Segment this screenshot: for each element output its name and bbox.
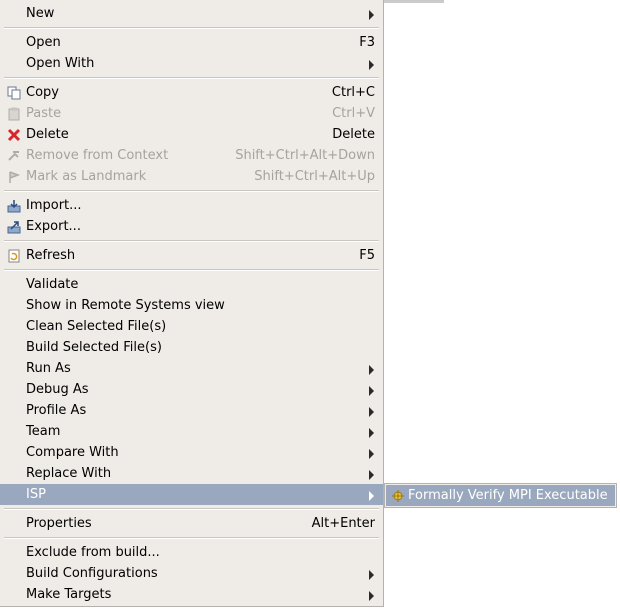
menu-item-shortcut: F3 (359, 35, 375, 50)
menu-separator (4, 508, 379, 510)
menu-item-label: Make Targets (26, 587, 112, 602)
menu-item-build-selected-files[interactable]: Build Selected File(s) (0, 337, 383, 358)
menu-item-label: Copy (26, 85, 59, 100)
landmark-icon (6, 169, 22, 185)
menu-item-show-in-remote-systems[interactable]: Show in Remote Systems view (0, 295, 383, 316)
menu-item-label: Build Configurations (26, 566, 158, 581)
menu-item-copy[interactable]: Copy Ctrl+C (0, 82, 383, 103)
menu-item-label: ISP (26, 487, 46, 502)
submenu-arrow-icon (369, 491, 374, 501)
menu-item-label: Paste (26, 106, 62, 121)
menu-item-label: Exclude from build... (26, 545, 160, 560)
menu-item-clean-selected-files[interactable]: Clean Selected File(s) (0, 316, 383, 337)
menu-item-label: Mark as Landmark (26, 169, 147, 184)
menu-item-profile-as[interactable]: Profile As (0, 400, 383, 421)
menu-separator (4, 269, 379, 271)
menu-item-label: Properties (26, 516, 92, 531)
menu-item-label: Remove from Context (26, 148, 169, 163)
import-icon (6, 198, 22, 214)
menu-item-label: Show in Remote Systems view (26, 298, 225, 313)
menu-item-open[interactable]: Open F3 (0, 32, 383, 53)
menu-item-team[interactable]: Team (0, 421, 383, 442)
menu-item-properties[interactable]: Properties Alt+Enter (0, 513, 383, 534)
delete-icon (6, 127, 22, 143)
menu-item-debug-as[interactable]: Debug As (0, 379, 383, 400)
menu-item-isp[interactable]: ISP (0, 484, 383, 505)
menu-item-formally-verify-mpi[interactable]: Formally Verify MPI Executable (386, 485, 615, 506)
menu-item-delete[interactable]: Delete Delete (0, 124, 383, 145)
menu-item-shortcut: F5 (359, 248, 375, 263)
menu-item-import[interactable]: Import... (0, 195, 383, 216)
remove-context-icon (6, 148, 22, 164)
background-window (384, 0, 620, 610)
submenu-arrow-icon (369, 449, 374, 459)
menu-item-label: Compare With (26, 445, 119, 460)
menu-item-export[interactable]: Export... (0, 216, 383, 237)
submenu-arrow-icon (369, 570, 374, 580)
menu-item-compare-with[interactable]: Compare With (0, 442, 383, 463)
menu-item-open-with[interactable]: Open With (0, 53, 383, 74)
menu-item-label: Profile As (26, 403, 87, 418)
export-icon (6, 219, 22, 235)
menu-item-build-configurations[interactable]: Build Configurations (0, 563, 383, 584)
menu-item-shortcut: Delete (332, 127, 375, 142)
menu-item-remove-from-context[interactable]: Remove from Context Shift+Ctrl+Alt+Down (0, 145, 383, 166)
isp-submenu: Formally Verify MPI Executable (384, 483, 617, 508)
menu-item-label: Team (26, 424, 61, 439)
copy-icon (6, 85, 22, 101)
menu-item-label: Debug As (26, 382, 89, 397)
menu-item-replace-with[interactable]: Replace With (0, 463, 383, 484)
menu-item-run-as[interactable]: Run As (0, 358, 383, 379)
menu-item-label: Refresh (26, 248, 76, 263)
submenu-arrow-icon (369, 470, 374, 480)
menu-item-exclude-from-build[interactable]: Exclude from build... (0, 542, 383, 563)
menu-separator (4, 240, 379, 242)
menu-item-mark-as-landmark[interactable]: Mark as Landmark Shift+Ctrl+Alt+Up (0, 166, 383, 187)
submenu-arrow-icon (369, 428, 374, 438)
menu-item-validate[interactable]: Validate (0, 274, 383, 295)
menu-item-shortcut: Ctrl+V (332, 106, 375, 121)
menu-item-shortcut: Shift+Ctrl+Alt+Up (254, 169, 375, 184)
submenu-arrow-icon (369, 60, 374, 70)
submenu-arrow-icon (369, 591, 374, 601)
menu-item-shortcut: Ctrl+C (331, 85, 375, 100)
menu-separator (4, 77, 379, 79)
menu-item-refresh[interactable]: Refresh F5 (0, 245, 383, 266)
menu-item-label: Delete (26, 127, 69, 142)
submenu-arrow-icon (369, 365, 374, 375)
menu-item-label: New (26, 6, 55, 21)
menu-item-label: Clean Selected File(s) (26, 319, 167, 334)
menu-item-make-targets[interactable]: Make Targets (0, 584, 383, 605)
background-text-fragment (384, 0, 444, 3)
menu-item-label: Replace With (26, 466, 112, 481)
submenu-arrow-icon (369, 407, 374, 417)
menu-item-shortcut: Alt+Enter (311, 516, 375, 531)
menu-item-label: Validate (26, 277, 79, 292)
menu-item-label: Open With (26, 56, 95, 71)
menu-item-label: Build Selected File(s) (26, 340, 162, 355)
paste-icon (6, 106, 22, 122)
menu-item-new[interactable]: New (0, 3, 383, 24)
submenu-arrow-icon (369, 10, 374, 20)
isp-verify-icon (390, 488, 406, 504)
submenu-arrow-icon (369, 386, 374, 396)
menu-item-label: Export... (26, 219, 81, 234)
menu-item-shortcut: Shift+Ctrl+Alt+Down (235, 148, 375, 163)
menu-separator (4, 190, 379, 192)
refresh-icon (6, 248, 22, 264)
menu-item-label: Import... (26, 198, 82, 213)
menu-item-label: Formally Verify MPI Executable (408, 488, 608, 503)
menu-separator (4, 27, 379, 29)
menu-item-label: Open (26, 35, 61, 50)
menu-item-paste[interactable]: Paste Ctrl+V (0, 103, 383, 124)
menu-separator (4, 537, 379, 539)
context-menu: New Open F3 Open With Copy Ctrl+C Paste … (0, 0, 384, 607)
menu-item-label: Run As (26, 361, 71, 376)
